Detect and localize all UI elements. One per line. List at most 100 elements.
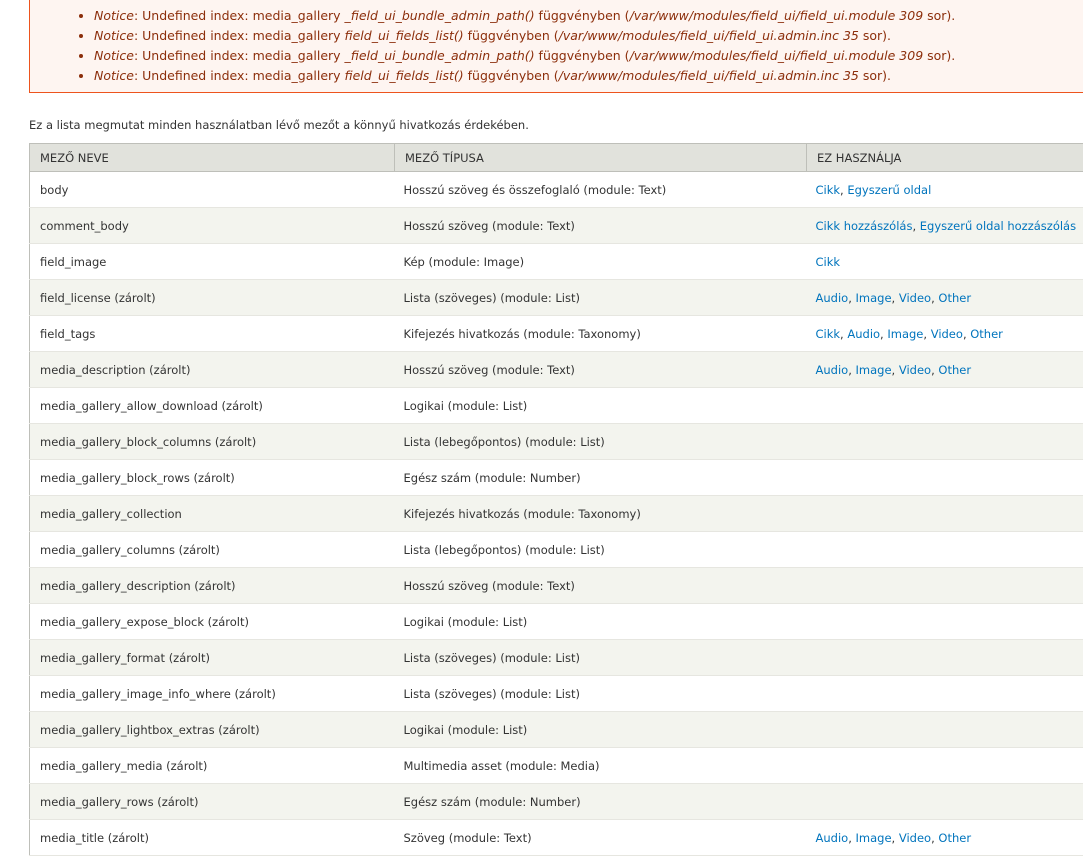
table-row: media_gallery_image_info_where (zárolt) L…: [29, 675, 1083, 712]
bundle-link[interactable]: Video: [899, 831, 931, 845]
table-row: media_gallery_block_rows (zárolt) Egész s…: [29, 459, 1083, 496]
link-separator: ,: [848, 290, 856, 305]
message-text: : Undefined index: media_gallery: [133, 68, 345, 83]
field-type-cell: Multimedia asset (module: Media): [394, 747, 807, 784]
bundle-link[interactable]: Video: [899, 291, 931, 305]
link-separator: ,: [912, 218, 920, 233]
message-text: függvényben (: [534, 8, 630, 23]
bundle-link[interactable]: Image: [856, 363, 892, 377]
field-name-cell: media_gallery_rows (zárolt): [29, 783, 395, 820]
used-in-cell: [806, 459, 1083, 496]
message-text: sor).: [858, 68, 891, 83]
used-in-cell: Cikk, Egyszerű oldal: [806, 171, 1083, 208]
table-header-row: Mező neve Mező típusa Ez használja: [29, 143, 1083, 172]
error-messages: Notice: Undefined index: media_gallery _…: [29, 0, 1083, 93]
bundle-link[interactable]: Audio: [816, 363, 849, 377]
link-separator: ,: [891, 830, 899, 845]
bundle-link[interactable]: Other: [970, 327, 1003, 341]
used-in-cell: Audio, Image, Video, Other: [806, 279, 1083, 316]
page: Notice: Undefined index: media_gallery _…: [0, 0, 1083, 866]
header-field-name[interactable]: Mező neve: [29, 143, 395, 172]
bundle-link[interactable]: Image: [856, 831, 892, 845]
link-separator: ,: [891, 290, 899, 305]
bundle-link[interactable]: Cikk: [816, 255, 841, 269]
field-name-cell: media_gallery_block_columns (zárolt): [29, 423, 395, 460]
message-text: : Undefined index: media_gallery: [133, 48, 345, 63]
bundle-link[interactable]: Egyszerű oldal hozzászólás: [920, 219, 1076, 233]
bundle-link[interactable]: Video: [931, 327, 963, 341]
table-row: field_tags Kifejezés hivatkozás (module: …: [29, 315, 1083, 352]
notice-label: Notice: [94, 48, 134, 63]
used-in-cell: [806, 711, 1083, 748]
bundle-link[interactable]: Image: [887, 327, 923, 341]
table-row: media_description (zárolt) Hosszú szöveg …: [29, 351, 1083, 388]
used-in-cell: [806, 603, 1083, 640]
used-in-cell: Cikk, Audio, Image, Video, Other: [806, 315, 1083, 352]
field-name-cell: field_image: [29, 243, 395, 280]
notice-label: Notice: [94, 8, 134, 23]
used-in-cell: [806, 387, 1083, 424]
table-row: comment_body Hosszú szöveg (module: Text)…: [29, 207, 1083, 244]
used-in-cell: [806, 531, 1083, 568]
field-name-cell: media_description (zárolt): [29, 351, 395, 388]
field-name-cell: media_gallery_lightbox_extras (zárolt): [29, 711, 395, 748]
field-name-cell: media_title (zárolt): [29, 819, 395, 856]
message-text: sor).: [923, 8, 956, 23]
table-row: media_gallery_rows (zárolt) Egész szám (m…: [29, 783, 1083, 820]
bundle-link[interactable]: Other: [938, 831, 971, 845]
bundle-link[interactable]: Video: [899, 363, 931, 377]
used-in-cell: Audio, Image, Video, Other: [806, 351, 1083, 388]
message-line: 309: [899, 8, 924, 23]
table-row: media_gallery_block_columns (zárolt) List…: [29, 423, 1083, 460]
bundle-link[interactable]: Audio: [816, 831, 849, 845]
bundle-link[interactable]: Audio: [847, 327, 880, 341]
message-line: 35: [842, 28, 859, 43]
link-separator: ,: [848, 362, 856, 377]
used-in-cell: [806, 423, 1083, 460]
bundle-link[interactable]: Cikk: [816, 183, 841, 197]
table-row: media_gallery_description (zárolt) Hosszú…: [29, 567, 1083, 604]
message-file: /var/www/modules/field_ui/field_ui.modul…: [629, 48, 896, 63]
bundle-link[interactable]: Cikk hozzászólás: [816, 219, 913, 233]
field-type-cell: Egész szám (module: Number): [394, 783, 807, 820]
field-name-cell: field_tags: [29, 315, 395, 352]
field-type-cell: Logikai (module: List): [394, 603, 807, 640]
message-text: sor).: [923, 48, 956, 63]
field-type-cell: Kifejezés hivatkozás (module: Taxonomy): [394, 495, 807, 532]
message-function: _field_ui_bundle_admin_path(): [344, 48, 535, 63]
bundle-link[interactable]: Cikk: [816, 327, 841, 341]
field-type-cell: Hosszú szöveg és összefoglaló (module: T…: [394, 171, 807, 208]
notice-label: Notice: [94, 68, 134, 83]
used-in-cell: [806, 495, 1083, 532]
notice-label: Notice: [94, 28, 134, 43]
field-name-cell: media_gallery_media (zárolt): [29, 747, 395, 784]
table-row: body Hosszú szöveg és összefoglaló (modul…: [29, 171, 1083, 208]
link-separator: ,: [848, 830, 856, 845]
field-name-cell: media_gallery_expose_block (zárolt): [29, 603, 395, 640]
message-file: /var/www/modules/field_ui/field_ui.admin…: [558, 68, 839, 83]
table-row: media_gallery_format (zárolt) Lista (szöv…: [29, 639, 1083, 676]
field-type-cell: Egész szám (module: Number): [394, 459, 807, 496]
bundle-link[interactable]: Egyszerű oldal: [847, 183, 931, 197]
header-field-type[interactable]: Mező típusa: [394, 143, 807, 172]
table-row: field_image Kép (module: Image) Cikk: [29, 243, 1083, 280]
field-type-cell: Logikai (module: List): [394, 387, 807, 424]
field-name-cell: comment_body: [29, 207, 395, 244]
link-separator: ,: [891, 362, 899, 377]
field-name-cell: body: [29, 171, 395, 208]
message-file: /var/www/modules/field_ui/field_ui.admin…: [558, 28, 839, 43]
bundle-link[interactable]: Other: [938, 291, 971, 305]
message-file: /var/www/modules/field_ui/field_ui.modul…: [629, 8, 896, 23]
field-type-cell: Kép (module: Image): [394, 243, 807, 280]
field-name-cell: media_gallery_block_rows (zárolt): [29, 459, 395, 496]
table-row: media_gallery_allow_download (zárolt) Log…: [29, 387, 1083, 424]
error-message-list: Notice: Undefined index: media_gallery _…: [30, 6, 1083, 86]
bundle-link[interactable]: Audio: [816, 291, 849, 305]
table-row: media_gallery_lightbox_extras (zárolt) Lo…: [29, 711, 1083, 748]
bundle-link[interactable]: Other: [938, 363, 971, 377]
message-text: függvényben (: [534, 48, 630, 63]
error-message: Notice: Undefined index: media_gallery f…: [94, 26, 1083, 46]
bundle-link[interactable]: Image: [856, 291, 892, 305]
field-type-cell: Lista (szöveges) (module: List): [394, 279, 807, 316]
field-name-cell: media_gallery_image_info_where (zárolt): [29, 675, 395, 712]
